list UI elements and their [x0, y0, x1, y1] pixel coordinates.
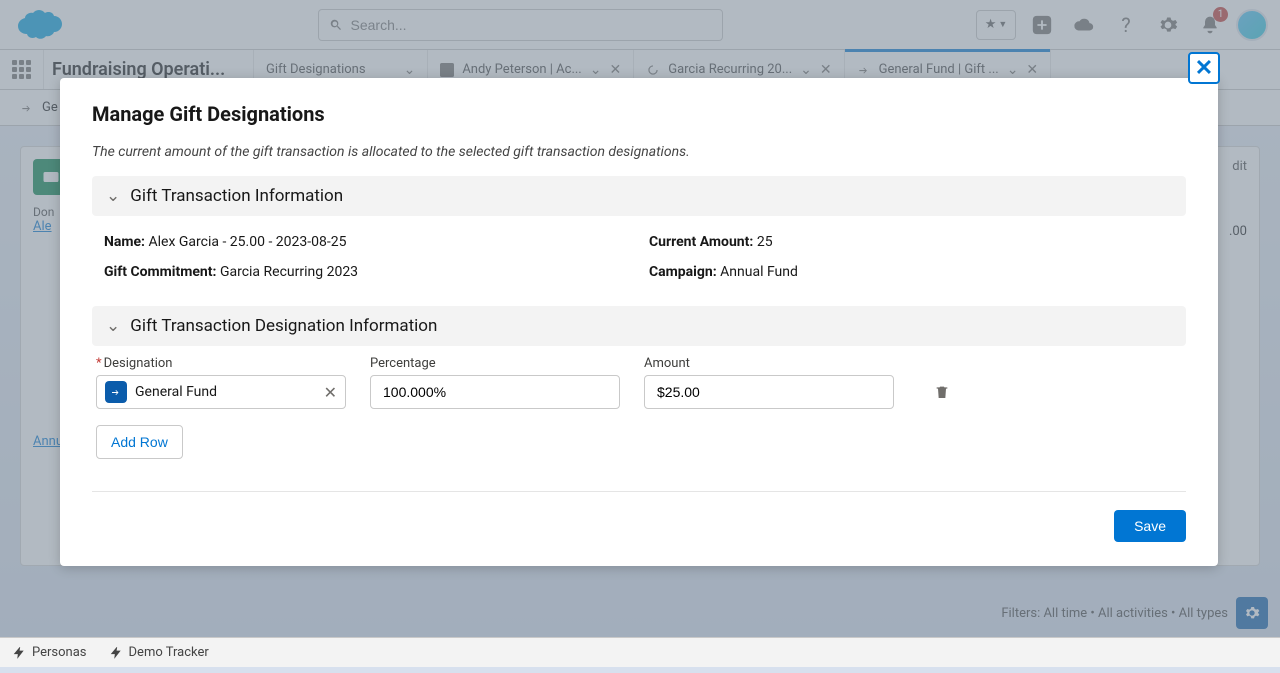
name-value: Alex Garcia - 25.00 - 2023-08-25 — [149, 234, 347, 250]
campaign-label: Campaign: — [649, 264, 717, 280]
amount-input[interactable] — [644, 375, 894, 409]
chevron-down-icon: ⌄ — [106, 316, 120, 336]
personas-util[interactable]: Personas — [12, 645, 87, 660]
name-field: Name: Alex Garcia - 25.00 - 2023-08-25 — [104, 234, 629, 250]
designation-row: Designation General Fund ✕ Percentage Am… — [92, 346, 1186, 413]
amount-label: Current Amount: — [649, 234, 753, 250]
commitment-field: Gift Commitment: Garcia Recurring 2023 — [104, 264, 629, 280]
designation-lookup[interactable]: General Fund ✕ — [96, 375, 346, 409]
bolt-icon — [109, 646, 123, 660]
modal-subtitle: The current amount of the gift transacti… — [60, 134, 1218, 176]
designation-field: Designation General Fund ✕ — [96, 356, 346, 409]
gift-transaction-info-section: ⌄ Gift Transaction Information Name: Ale… — [92, 176, 1186, 290]
designation-icon — [105, 381, 127, 403]
demo-tracker-util[interactable]: Demo Tracker — [109, 645, 209, 660]
clear-icon[interactable]: ✕ — [324, 383, 337, 402]
name-label: Name: — [104, 234, 145, 250]
designation-label: Designation — [96, 356, 346, 373]
designation-value: General Fund — [135, 384, 217, 400]
add-row-button[interactable]: Add Row — [96, 425, 183, 459]
commitment-value: Garcia Recurring 2023 — [220, 264, 358, 280]
amount-value: 25 — [757, 234, 773, 250]
percentage-input[interactable] — [370, 375, 620, 409]
campaign-value: Annual Fund — [720, 264, 798, 280]
modal-title: Manage Gift Designations — [60, 78, 1218, 134]
amount-label: Amount — [644, 356, 894, 373]
campaign-field: Campaign: Annual Fund — [649, 264, 1174, 280]
trash-icon — [934, 384, 950, 400]
modal-close-button[interactable]: ✕ — [1188, 52, 1220, 84]
chevron-down-icon: ⌄ — [106, 186, 120, 206]
commitment-label: Gift Commitment: — [104, 264, 216, 280]
close-icon: ✕ — [1195, 56, 1213, 81]
utility-bar: Personas Demo Tracker — [0, 637, 1280, 667]
percentage-field: Percentage — [370, 356, 620, 409]
section-header[interactable]: ⌄ Gift Transaction Information — [92, 176, 1186, 216]
util-label: Demo Tracker — [129, 645, 209, 660]
section-title: Gift Transaction Designation Information — [130, 316, 437, 336]
designation-info-section: ⌄ Gift Transaction Designation Informati… — [92, 306, 1186, 475]
current-amount-field: Current Amount: 25 — [649, 234, 1174, 250]
amount-field: Amount — [644, 356, 894, 409]
delete-row-button[interactable] — [926, 375, 958, 409]
modal-footer: Save — [92, 491, 1186, 566]
save-button[interactable]: Save — [1114, 510, 1186, 542]
manage-designations-modal: ✕ Manage Gift Designations The current a… — [60, 78, 1218, 566]
section-title: Gift Transaction Information — [130, 186, 343, 206]
percentage-label: Percentage — [370, 356, 620, 373]
util-label: Personas — [32, 645, 87, 660]
section-header[interactable]: ⌄ Gift Transaction Designation Informati… — [92, 306, 1186, 346]
bolt-icon — [12, 646, 26, 660]
